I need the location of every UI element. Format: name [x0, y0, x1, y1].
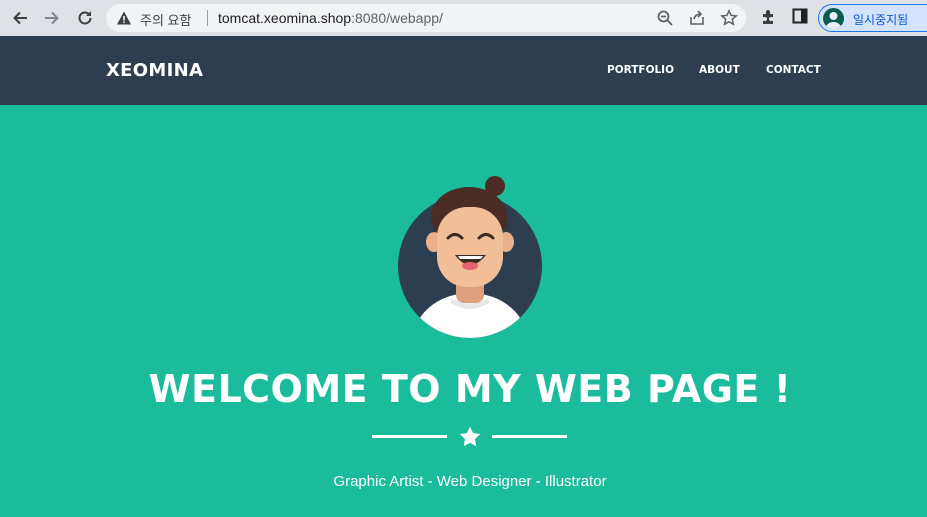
- extensions-icon[interactable]: [760, 8, 778, 26]
- profile-status-label: 일시중지됨: [853, 13, 909, 27]
- site-navbar: XEOMINA PORTFOLIO ABOUT CONTACT: [0, 36, 927, 105]
- forward-arrow-icon[interactable]: [40, 6, 64, 30]
- hero-section: WELCOME TO MY WEB PAGE ! Graphic Artist …: [0, 105, 927, 517]
- side-panel-icon[interactable]: [792, 8, 808, 24]
- brand-logo[interactable]: XEOMINA: [106, 60, 203, 81]
- avatar-illustration: [398, 176, 542, 338]
- omnibox-separator: [207, 10, 208, 26]
- nav-link-about[interactable]: ABOUT: [699, 64, 740, 76]
- page-subtitle: Graphic Artist - Web Designer - Illustra…: [333, 473, 607, 490]
- nav-link-contact[interactable]: CONTACT: [766, 64, 821, 76]
- browser-toolbar: 주의 요함 tomcat.xeomina.shop:8080/webapp/ 일…: [0, 0, 927, 36]
- reload-icon[interactable]: [73, 6, 97, 30]
- star-icon: [459, 426, 481, 447]
- divider-line-left: [372, 435, 447, 438]
- url-text[interactable]: tomcat.xeomina.shop:8080/webapp/: [218, 10, 443, 26]
- nav-link-portfolio[interactable]: PORTFOLIO: [607, 64, 674, 76]
- zoom-icon[interactable]: [656, 9, 674, 27]
- star-bookmark-icon[interactable]: [720, 9, 738, 27]
- address-bar[interactable]: 주의 요함 tomcat.xeomina.shop:8080/webapp/: [106, 4, 746, 32]
- url-host: tomcat.xeomina.shop: [218, 10, 352, 26]
- warning-icon[interactable]: [116, 10, 132, 26]
- profile-button[interactable]: 일시중지됨: [818, 4, 927, 32]
- profile-icon: [823, 8, 844, 29]
- page-title: WELCOME TO MY WEB PAGE !: [148, 367, 792, 411]
- divider-line-right: [492, 435, 567, 438]
- back-arrow-icon[interactable]: [8, 6, 32, 30]
- security-warning-text[interactable]: 주의 요함: [140, 10, 191, 29]
- share-icon[interactable]: [688, 9, 706, 27]
- url-path: :8080/webapp/: [351, 10, 443, 26]
